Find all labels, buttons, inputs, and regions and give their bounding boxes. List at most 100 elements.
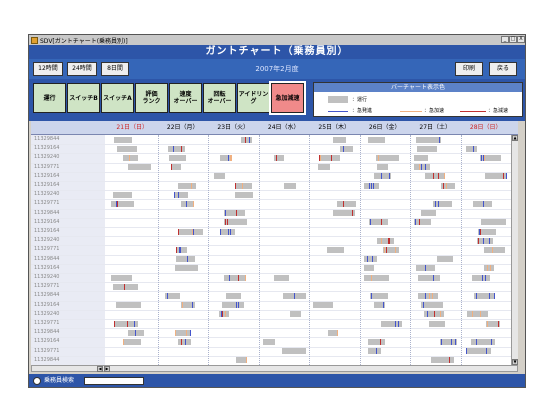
run-bar[interactable]: [273, 154, 284, 161]
run-bar[interactable]: [424, 311, 444, 318]
run-bar[interactable]: [485, 320, 500, 327]
run-bar[interactable]: [418, 292, 438, 299]
crew-id[interactable]: 11329164: [34, 301, 104, 310]
crew-id[interactable]: 11329844: [34, 356, 104, 365]
vertical-scrollbar[interactable]: ▲ ▼: [511, 135, 518, 365]
mode-run-button[interactable]: 運行: [33, 83, 66, 113]
run-bar[interactable]: [226, 292, 241, 299]
crew-search-input[interactable]: [84, 377, 144, 385]
run-bar[interactable]: [465, 348, 491, 355]
run-bar[interactable]: [111, 274, 132, 281]
run-bar[interactable]: [313, 302, 333, 309]
run-bar[interactable]: [168, 154, 186, 161]
crew-id[interactable]: 11329844: [34, 135, 104, 144]
run-bar[interactable]: [174, 329, 191, 336]
scroll-left-arrow-icon[interactable]: ◀: [97, 366, 103, 372]
mode-rpm-over-button[interactable]: 回転 オーバー: [203, 83, 236, 113]
run-bar[interactable]: [333, 210, 355, 217]
range-12h-button[interactable]: 12時間: [33, 62, 63, 76]
run-bar[interactable]: [363, 265, 374, 272]
run-bar[interactable]: [173, 191, 188, 198]
run-bar[interactable]: [113, 191, 132, 198]
run-bar[interactable]: [367, 348, 381, 355]
run-bar[interactable]: [236, 357, 247, 364]
run-bar[interactable]: [363, 182, 379, 189]
mode-sudden-accel-button[interactable]: 急加減速: [269, 81, 306, 115]
mode-switch-a-button[interactable]: スイッチA: [101, 83, 134, 113]
crew-id[interactable]: 11329164: [34, 172, 104, 181]
run-bar[interactable]: [222, 302, 244, 309]
run-bar[interactable]: [431, 357, 454, 364]
run-bar[interactable]: [224, 219, 247, 226]
range-8d-button[interactable]: 8日間: [101, 62, 129, 76]
print-button[interactable]: 印刷: [455, 62, 483, 76]
run-bar[interactable]: [337, 200, 356, 207]
crew-id[interactable]: 11329164: [34, 264, 104, 273]
run-bar[interactable]: [224, 274, 246, 281]
run-bar[interactable]: [220, 154, 232, 161]
run-bar[interactable]: [113, 283, 138, 290]
run-bar[interactable]: [440, 338, 457, 345]
run-bar[interactable]: [363, 256, 377, 263]
run-bar[interactable]: [114, 136, 132, 143]
crew-id[interactable]: 11329771: [34, 163, 104, 172]
run-bar[interactable]: [477, 228, 496, 235]
run-bar[interactable]: [289, 311, 301, 318]
crew-id[interactable]: 11329164: [34, 218, 104, 227]
run-bar[interactable]: [123, 338, 141, 345]
run-bar[interactable]: [117, 145, 137, 152]
run-bar[interactable]: [416, 265, 435, 272]
run-bar[interactable]: [480, 219, 506, 226]
run-bar[interactable]: [414, 219, 431, 226]
run-bar[interactable]: [177, 228, 203, 235]
run-bar[interactable]: [273, 274, 289, 281]
run-bar[interactable]: [425, 173, 445, 180]
run-bar[interactable]: [180, 200, 194, 207]
run-bar[interactable]: [282, 292, 306, 299]
run-bar[interactable]: [123, 154, 138, 161]
crew-id[interactable]: 11329164: [34, 144, 104, 153]
mode-idling-button[interactable]: アイドリング: [237, 83, 270, 113]
run-bar[interactable]: [167, 145, 185, 152]
run-bar[interactable]: [281, 348, 306, 355]
run-bar[interactable]: [116, 302, 141, 309]
run-bar[interactable]: [283, 182, 296, 189]
minimize-button[interactable]: _: [501, 36, 509, 43]
run-bar[interactable]: [328, 329, 338, 336]
run-bar[interactable]: [262, 338, 275, 345]
run-bar[interactable]: [175, 256, 195, 263]
run-bar[interactable]: [128, 329, 144, 336]
run-bar[interactable]: [241, 136, 252, 143]
run-bar[interactable]: [414, 154, 428, 161]
run-bar[interactable]: [235, 191, 253, 198]
run-bar[interactable]: [369, 292, 388, 299]
run-bar[interactable]: [224, 210, 245, 217]
run-bar[interactable]: [421, 302, 443, 309]
run-bar[interactable]: [368, 219, 388, 226]
run-bar[interactable]: [128, 164, 151, 171]
run-bar[interactable]: [376, 164, 388, 171]
run-bar[interactable]: [318, 164, 330, 171]
run-bar[interactable]: [375, 154, 399, 161]
run-bar[interactable]: [174, 265, 198, 272]
run-bar[interactable]: [170, 164, 181, 171]
run-bar[interactable]: [441, 182, 455, 189]
run-bar[interactable]: [416, 136, 441, 143]
run-bar[interactable]: [333, 136, 346, 143]
horizontal-scrollbar[interactable]: ◀ ▶: [31, 365, 518, 372]
crew-id[interactable]: 11329844: [34, 209, 104, 218]
crew-id[interactable]: 11329240: [34, 236, 104, 245]
run-bar[interactable]: [367, 136, 385, 143]
run-bar[interactable]: [177, 182, 196, 189]
run-bar[interactable]: [466, 311, 488, 318]
crew-id[interactable]: 11329844: [34, 291, 104, 300]
run-bar[interactable]: [433, 200, 452, 207]
run-bar[interactable]: [429, 320, 445, 327]
close-button[interactable]: X: [517, 36, 525, 43]
crew-id[interactable]: 11329164: [34, 227, 104, 236]
crew-id[interactable]: 11329164: [34, 337, 104, 346]
crew-id[interactable]: 11329771: [34, 319, 104, 328]
crew-id[interactable]: 11329240: [34, 273, 104, 282]
run-bar[interactable]: [175, 246, 187, 253]
run-bar[interactable]: [376, 237, 394, 244]
